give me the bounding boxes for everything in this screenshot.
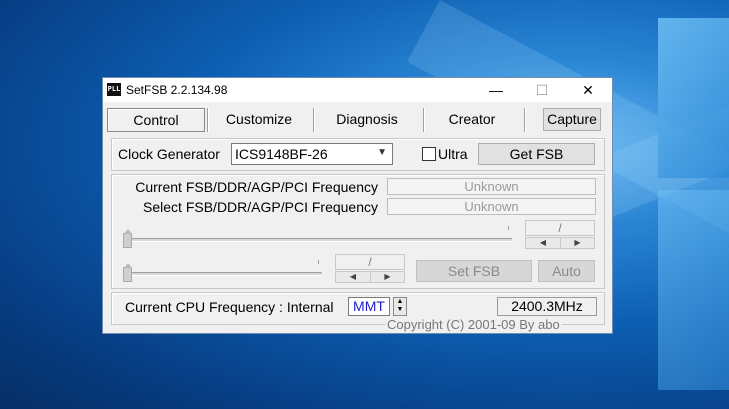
tab-diagnosis[interactable]: Diagnosis	[317, 108, 417, 130]
clock-generator-select[interactable]: ICS9148BF-26 ▼	[231, 143, 393, 165]
chevron-down-icon: ▼	[377, 147, 387, 158]
auto-button[interactable]: Auto	[538, 260, 595, 282]
clock-generator-label: Clock Generator	[118, 146, 220, 162]
tab-divider	[313, 108, 315, 132]
title-bar: PLL SetFSB 2.2.134.98 — ☐ ✕	[103, 78, 612, 102]
close-button[interactable]: ✕	[565, 78, 611, 102]
current-frequency-field: Unknown	[387, 178, 596, 195]
select-frequency-field: Unknown	[387, 198, 596, 215]
fsb-slider-track[interactable]	[123, 238, 512, 242]
current-frequency-label: Current FSB/DDR/AGP/PCI Frequency	[135, 179, 378, 195]
tab-control[interactable]: Control	[107, 108, 205, 132]
setfsb-window: PLL SetFSB 2.2.134.98 — ☐ ✕ Control Cust…	[102, 77, 613, 334]
copyright-text: Copyright (C) 2001-09 By abo	[385, 317, 562, 332]
clock-generator-value: ICS9148BF-26	[235, 146, 328, 162]
ratio1-increase-button[interactable]: ▶	[560, 237, 595, 249]
ratio1-decrease-button[interactable]: ◀	[525, 237, 561, 249]
ratio2-decrease-button[interactable]: ◀	[335, 271, 371, 283]
capture-button[interactable]: Capture	[543, 108, 601, 131]
ratio-display-1: /	[525, 220, 595, 236]
ultra-label: Ultra	[438, 146, 468, 162]
ultra-checkbox[interactable]	[422, 147, 436, 161]
select-frequency-label: Select FSB/DDR/AGP/PCI Frequency	[143, 199, 378, 215]
mode-spin-icon[interactable]: ▲ ▼	[393, 297, 407, 316]
slider-tick	[318, 260, 319, 264]
cpu-frequency-label: Current CPU Frequency : Internal	[125, 299, 334, 315]
ratio-slider-track[interactable]	[123, 272, 322, 276]
pll-app-icon: PLL	[107, 83, 121, 96]
ratio-slider-thumb[interactable]	[123, 263, 132, 282]
window-title: SetFSB 2.2.134.98	[126, 83, 228, 97]
minimize-button[interactable]: —	[473, 78, 519, 102]
cpu-mode-field[interactable]: MMT	[348, 297, 390, 316]
slider-tick	[508, 226, 509, 230]
tab-customize[interactable]: Customize	[211, 108, 307, 130]
tab-divider	[207, 108, 209, 132]
set-fsb-button[interactable]: Set FSB	[416, 260, 532, 282]
fsb-slider-thumb[interactable]	[123, 229, 132, 248]
tab-divider	[524, 108, 526, 132]
ratio-display-2: /	[335, 254, 405, 270]
tab-divider	[423, 108, 425, 132]
tab-creator[interactable]: Creator	[427, 108, 517, 130]
maximize-button[interactable]: ☐	[519, 78, 565, 102]
ratio2-increase-button[interactable]: ▶	[370, 271, 405, 283]
cpu-frequency-value: 2400.3MHz	[497, 297, 597, 316]
get-fsb-button[interactable]: Get FSB	[478, 143, 595, 165]
